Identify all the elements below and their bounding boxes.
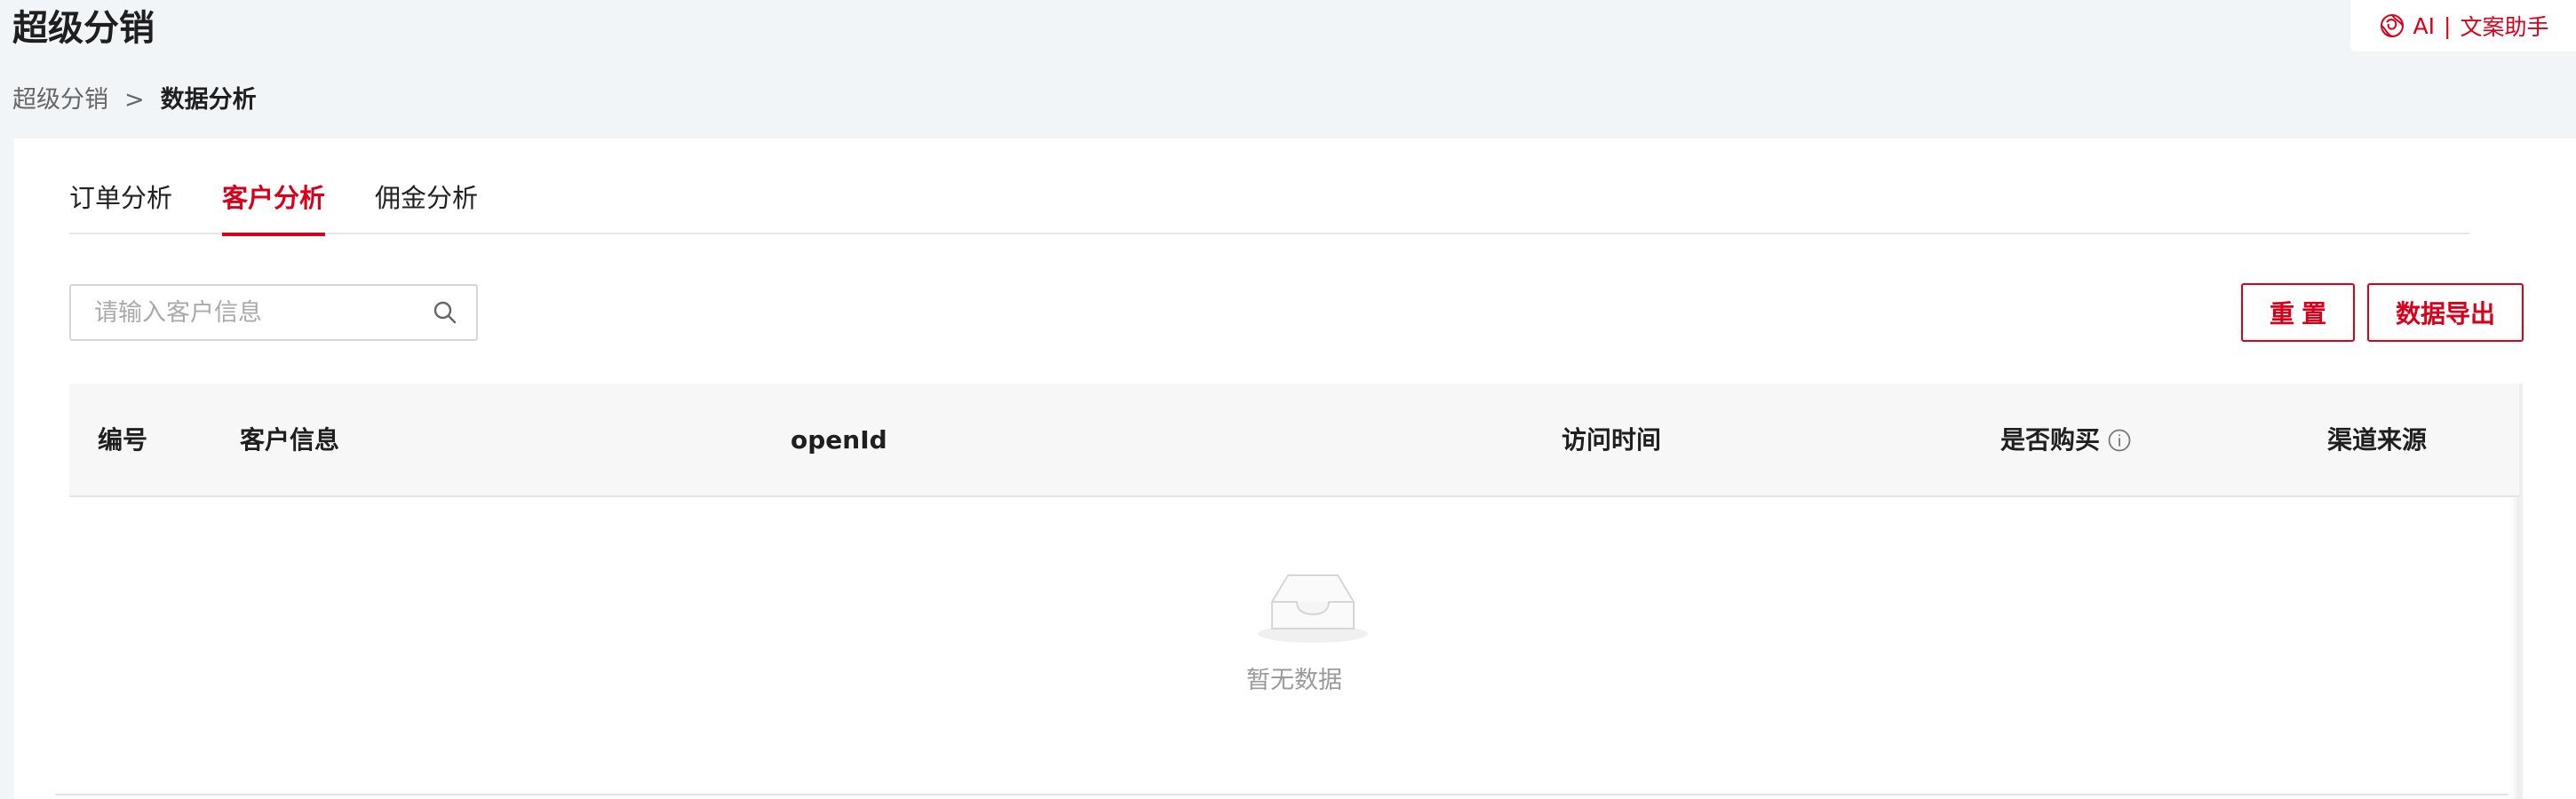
breadcrumb-current: 数据分析	[160, 86, 257, 114]
ai-copywriting-assistant-button[interactable]: AI | 文案助手	[2350, 0, 2576, 51]
page-title: 超级分销	[12, 8, 155, 49]
column-header-visit-time: 访问时间	[1562, 425, 1662, 455]
table-bottom-divider	[55, 794, 2508, 795]
ai-separator: |	[2444, 12, 2452, 39]
ai-label: AI	[2413, 12, 2436, 39]
info-icon[interactable]	[2107, 428, 2132, 453]
tab-order-analysis[interactable]: 订单分析	[69, 176, 172, 234]
tab-customer-analysis[interactable]: 客户分析	[222, 176, 326, 236]
column-header-purchased: 是否购买	[2000, 384, 2132, 497]
column-header-purchased-label: 是否购买	[2000, 425, 2101, 455]
column-header-id: 编号	[98, 425, 148, 455]
ai-swirl-icon	[2380, 14, 2404, 37]
customer-table: 编号 客户信息 openId 访问时间 是否购买 渠道来源 暂无数据	[69, 384, 2523, 799]
empty-state: 暂无数据	[69, 497, 2519, 799]
column-header-openid: openId	[791, 425, 887, 455]
tab-commission-analysis[interactable]: 佣金分析	[375, 176, 478, 234]
customer-search-box	[69, 284, 478, 341]
breadcrumb-separator: >	[124, 86, 145, 114]
column-header-customer-info: 客户信息	[240, 425, 340, 455]
ai-helper-label: 文案助手	[2460, 14, 2549, 40]
export-data-button[interactable]: 数据导出	[2367, 283, 2524, 342]
content-panel: 订单分析 客户分析 佣金分析 重置 数据导出 编号 客户信息 openId 访问…	[14, 138, 2576, 799]
empty-inbox-icon	[1258, 574, 1368, 643]
column-header-channel-source: 渠道来源	[2327, 425, 2428, 455]
search-icon[interactable]	[432, 299, 458, 326]
analysis-tabs: 订单分析 客户分析 佣金分析	[69, 176, 2469, 236]
reset-button[interactable]: 重置	[2241, 283, 2355, 342]
breadcrumb-parent-link[interactable]: 超级分销	[12, 83, 108, 118]
breadcrumb: 超级分销 > 数据分析	[12, 83, 257, 118]
empty-state-text: 暂无数据	[1246, 667, 1342, 694]
customer-search-input[interactable]	[94, 298, 432, 327]
table-header: 编号 客户信息 openId 访问时间 是否购买 渠道来源	[69, 384, 2519, 497]
